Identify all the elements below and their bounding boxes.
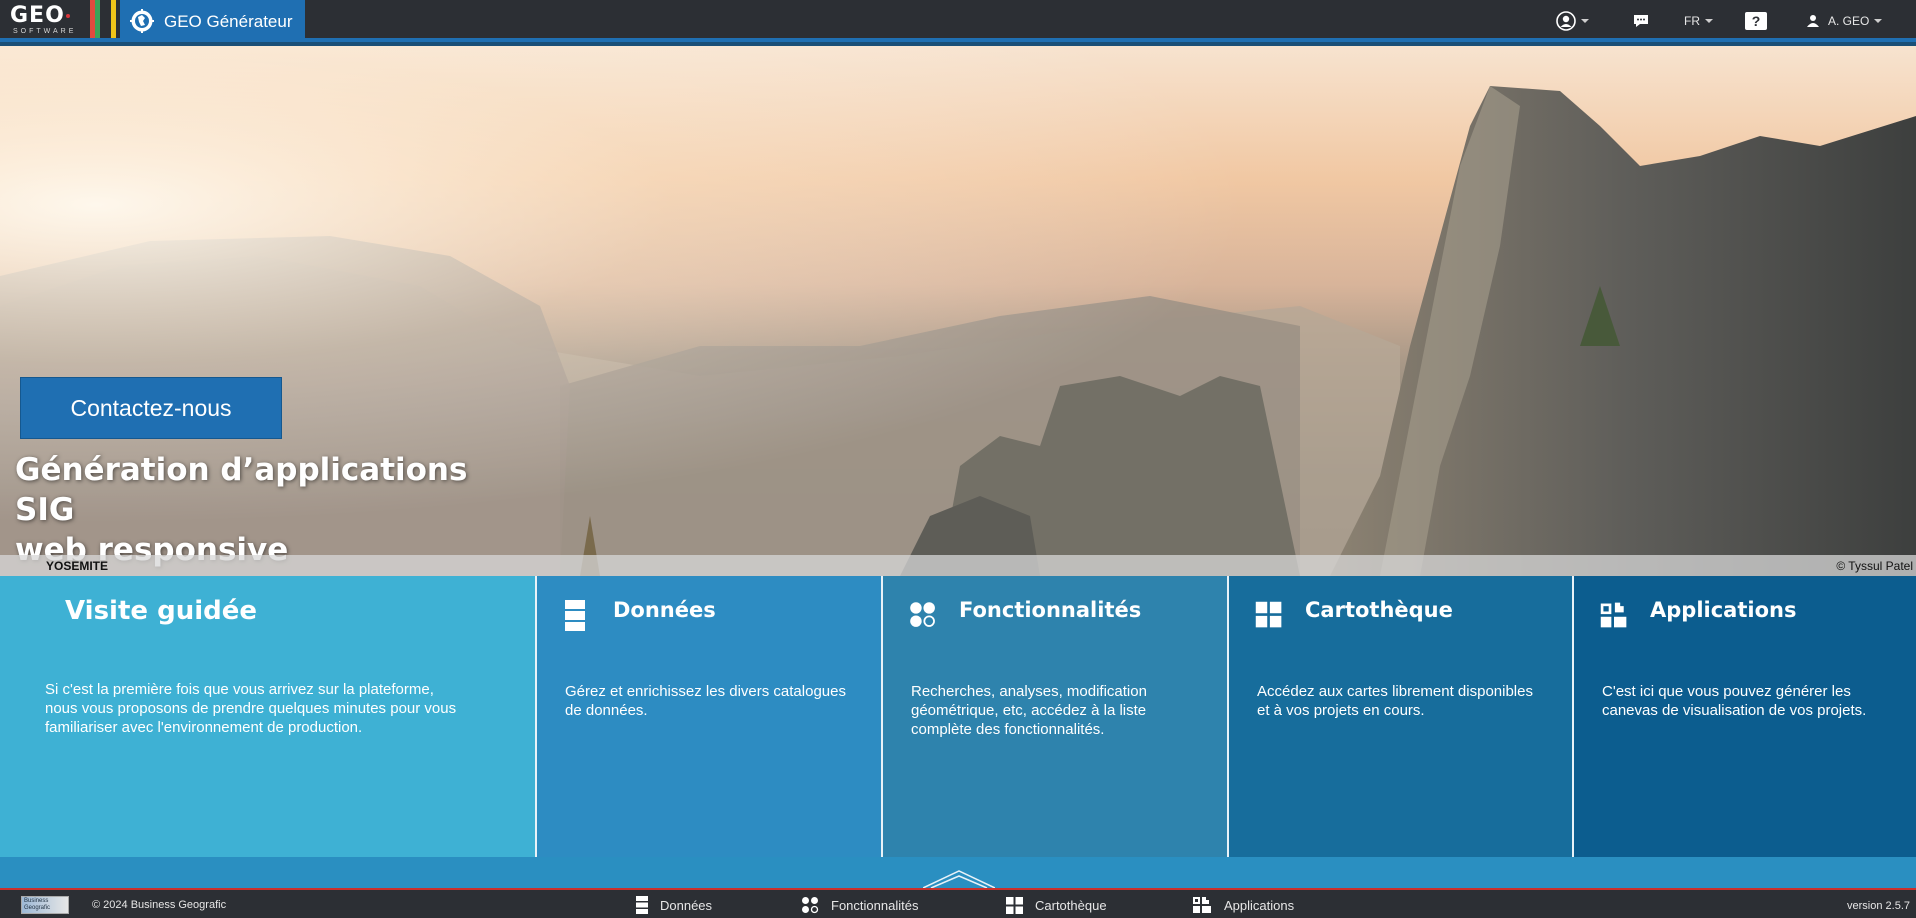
help-icon: ? — [1745, 12, 1767, 30]
tile-guided-tour[interactable]: Visite guidée Si c'est la première fois … — [0, 576, 537, 857]
features-icon — [802, 897, 819, 914]
logo-dot — [66, 14, 70, 18]
business-geografic-logo[interactable]: Business Geografic — [21, 896, 69, 914]
app-version: version 2.5.7 — [1847, 900, 1910, 912]
user-menu[interactable]: A. GEO — [1806, 8, 1883, 34]
footer-link-data[interactable]: Données — [636, 894, 712, 916]
features-icon — [910, 602, 935, 627]
apps-icon — [1193, 897, 1211, 913]
chevron-down-icon — [1581, 19, 1589, 23]
globe-gear-icon — [130, 9, 154, 33]
color-stripes — [90, 0, 120, 38]
tile-title: Fonctionnalités — [959, 598, 1142, 622]
chat-icon — [1634, 15, 1648, 27]
help-button[interactable]: ? — [1745, 8, 1767, 34]
footer-link-map-library[interactable]: Cartothèque — [1006, 894, 1107, 916]
photo-location: YOSEMITE — [46, 559, 109, 573]
footer-link-label: Applications — [1224, 897, 1295, 913]
contact-button[interactable]: Contactez-nous — [20, 377, 282, 439]
top-navbar: GEO SOFTWARE GEO Générateur FR ? A. GEO — [0, 0, 1916, 42]
grid-icon — [1006, 896, 1023, 914]
tile-description: Gérez et enrichissez les divers catalogu… — [565, 683, 846, 719]
tile-applications[interactable]: Applications C'est ici que vous pouvez g… — [1574, 576, 1916, 857]
hero-banner: Contactez-nous Génération d’applications… — [0, 46, 1916, 576]
grid-icon — [1255, 601, 1282, 628]
logo-subtitle: SOFTWARE — [13, 28, 77, 35]
footer-link-label: Cartothèque — [1035, 897, 1107, 913]
stripe-dark — [100, 0, 105, 38]
stripe-yellow — [111, 0, 116, 38]
app-root: GEO SOFTWARE GEO Générateur FR ? A. GEO … — [0, 0, 1916, 918]
footer: Business Geografic © 2024 Business Geogr… — [0, 888, 1916, 918]
tile-description: Si c'est la première fois que vous arriv… — [45, 681, 457, 736]
tile-title: Applications — [1650, 598, 1797, 622]
language-label: FR — [1684, 14, 1700, 28]
footer-link-label: Données — [660, 897, 713, 913]
tile-description: C'est ici que vous pouvez générer les ca… — [1602, 683, 1867, 719]
chevron-down-icon — [1874, 19, 1883, 23]
tile-data[interactable]: Données Gérez et enrichissez les divers … — [537, 576, 883, 857]
database-icon — [565, 600, 585, 631]
tile-features[interactable]: Fonctionnalités Recherches, analyses, mo… — [883, 576, 1229, 857]
chevron-down-icon — [1705, 19, 1713, 23]
scroll-band — [0, 857, 1916, 888]
language-menu[interactable]: FR — [1684, 8, 1713, 34]
footer-link-applications[interactable]: Applications — [1192, 894, 1294, 916]
brand-title: GEO Générateur — [164, 12, 293, 31]
tile-title: Données — [613, 598, 716, 622]
geo-logo[interactable]: GEO SOFTWARE — [10, 5, 82, 37]
tile-description: Accédez aux cartes librement disponibles… — [1257, 683, 1533, 719]
chat-button[interactable] — [1632, 8, 1650, 34]
tile-title: Cartothèque — [1305, 598, 1453, 622]
apps-icon — [1600, 602, 1627, 628]
tile-title: Visite guidée — [65, 596, 257, 626]
photo-credit: © Tyssul Patel — [1836, 559, 1913, 573]
user-name: A. GEO — [1828, 14, 1870, 28]
user-icon — [1807, 15, 1819, 27]
support-user-icon — [1556, 11, 1576, 31]
footer-link-features[interactable]: Fonctionnalités — [801, 894, 918, 916]
footer-copyright: © 2024 Business Geografic — [92, 899, 227, 911]
tile-map-library[interactable]: Cartothèque Accédez aux cartes librement… — [1229, 576, 1574, 857]
feature-tiles: Visite guidée Si c'est la première fois … — [0, 576, 1916, 857]
database-icon — [636, 896, 648, 914]
photo-caption-bar: YOSEMITE © Tyssul Patel — [0, 555, 1916, 576]
logo-mark: GEO — [10, 3, 65, 28]
chevron-up-icon[interactable] — [923, 869, 995, 888]
footer-link-label: Fonctionnalités — [831, 897, 919, 913]
brand-tab[interactable]: GEO Générateur — [120, 0, 305, 42]
hero-title: Génération d’applications SIG web respon… — [15, 450, 535, 570]
support-menu[interactable] — [1556, 8, 1589, 34]
hero-title-line1: Génération d’applications SIG — [15, 452, 468, 528]
tile-description: Recherches, analyses, modification géomé… — [911, 683, 1147, 738]
